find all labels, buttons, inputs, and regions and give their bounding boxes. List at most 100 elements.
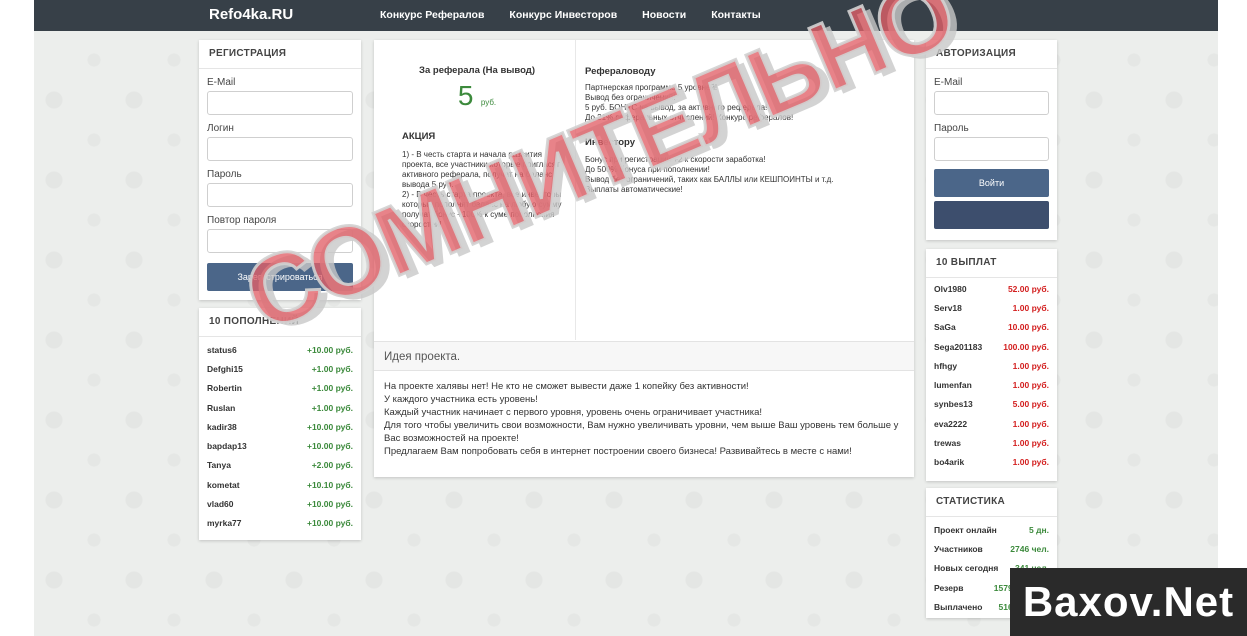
list-item-name: kometat [207,479,240,490]
site-logo[interactable]: Refo4ka.RU [209,6,293,23]
list-item: Sega201183 100.00 руб. [926,337,1057,356]
list-item-value: +2.00 руб. [311,460,353,471]
list-item-name: bapdap13 [207,441,247,452]
page-background: Refo4ka.RU Конкурс Рефералов Конкурс Инв… [34,0,1218,636]
list-item: myrka77 +10.00 руб. [199,514,361,533]
list-item-value: +10.10 руб. [306,479,353,490]
list-item-name: SaGa [934,322,956,333]
reg-email-input[interactable] [207,91,353,115]
list-item: Serv18 1.00 руб. [926,298,1057,317]
list-item: Проект онлайн 5 дн. [926,520,1057,539]
list-item-name: hfhgy [934,360,958,371]
watermark-text: Baxov.Net [1022,578,1235,625]
list-item-name: Serv18 [934,302,962,313]
reg-password-input[interactable] [207,183,353,207]
payouts-title: 10 ВЫПЛАТ [926,249,1057,278]
watermark-badge: Baxov.Net [1010,568,1247,636]
list-item-name: Выплачено [934,601,983,612]
statistics-title: СТАТИСТИКА [926,488,1057,517]
list-item: Robertin +1.00 руб. [199,379,361,398]
list-item: Tanya +2.00 руб. [199,456,361,475]
list-item-name: Новых сегодня [934,563,999,574]
list-item-value: 1.00 руб. [1012,438,1049,449]
authorization-title: АВТОРИЗАЦИЯ [926,40,1057,69]
list-item-value: 1.00 руб. [1012,302,1049,313]
list-item: kometat +10.10 руб. [199,475,361,494]
referral-reward-title: За реферала (На вывод) [419,65,535,76]
list-item-value: 5 дн. [1029,524,1049,535]
main-nav: Конкурс Рефералов Конкурс Инвесторов Нов… [380,9,786,21]
list-item-value: 1.00 руб. [1012,360,1049,371]
nav-contacts[interactable]: Контакты [711,9,761,21]
list-item: vlad60 +10.00 руб. [199,494,361,513]
referrals-text: Партнерская программа 5 уровней! Вывод б… [585,83,794,122]
list-item-name: synbes13 [934,399,973,410]
login-button[interactable]: Войти [934,169,1049,197]
action-text: 1) - В честь старта и начала развития пр… [402,150,562,229]
list-item: kadir38 +10.00 руб. [199,417,361,436]
reg-login-input[interactable] [207,137,353,161]
list-item-value: +1.00 руб. [311,363,353,374]
list-item-name: vlad60 [207,499,234,510]
reg-email-label: E-Mail [207,77,236,88]
list-item-name: eva2222 [934,418,968,429]
list-item-name: Defghi15 [207,363,243,374]
list-item: synbes13 5.00 руб. [926,395,1057,414]
list-item: bo4arik 1.00 руб. [926,453,1057,472]
auth-email-input[interactable] [934,91,1049,115]
auth-password-label: Пароль [934,123,969,134]
list-item-value: 5.00 руб. [1012,399,1049,410]
list-item-name: lumenfan [934,380,972,391]
list-item: Olv1980 52.00 руб. [926,279,1057,298]
list-item-value: 10.00 руб. [1007,322,1049,333]
list-item-name: status6 [207,344,237,355]
list-item-value: +10.00 руб. [306,499,353,510]
list-item: Defghi15 +1.00 руб. [199,359,361,378]
list-item: SaGa 10.00 руб. [926,318,1057,337]
reg-password-repeat-input[interactable] [207,229,353,253]
top-navbar: Refo4ka.RU Конкурс Рефералов Конкурс Инв… [34,0,1218,31]
list-item-name: trewas [934,438,961,449]
list-item-name: Ruslan [207,402,236,413]
action-title: АКЦИЯ [402,131,436,142]
list-item: hfhgy 1.00 руб. [926,356,1057,375]
list-item-name: Robertin [207,383,242,394]
referral-reward-value: 5 [457,80,474,111]
payouts-panel: 10 ВЫПЛАТ Olv1980 52.00 руб. Serv18 1.00 ру… [926,249,1057,481]
list-item-name: Tanya [207,460,231,471]
list-item-value: 1.00 руб. [1012,418,1049,429]
list-item-value: +10.00 руб. [306,441,353,452]
nav-referral-contest[interactable]: Конкурс Рефералов [380,9,484,21]
list-item-value: +10.00 руб. [306,518,353,529]
deposits-title: 10 ПОПОЛНЕНИЙ [199,308,361,337]
list-item-name: Olv1980 [934,283,967,294]
list-item-value: +10.00 руб. [306,421,353,432]
nav-news[interactable]: Новости [642,9,686,21]
list-item: eva2222 1.00 руб. [926,414,1057,433]
list-item-value: 100.00 руб. [1003,341,1049,352]
auth-password-input[interactable] [934,137,1049,161]
investor-text: Бонус при регистрации +2 к скорости зара… [585,155,834,194]
register-button[interactable]: Зарегистрироваться [207,263,353,291]
list-item: Участников 2746 чел. [926,539,1057,558]
list-item-name: Участников [934,543,983,554]
deposits-panel: 10 ПОПОЛНЕНИЙ status6 +10.00 руб. Defghi15… [199,308,361,540]
reg-password-label: Пароль [207,169,242,180]
list-item-name: bo4arik [934,457,965,468]
idea-title: Идея проекта. [374,341,914,371]
list-item-name: Проект онлайн [934,524,997,535]
list-item-name: Резерв [934,582,964,593]
list-item-value: 2746 чел. [1010,543,1049,554]
list-item-name: myrka77 [207,518,242,529]
list-item-value: +1.00 руб. [311,402,353,413]
auth-email-label: E-Mail [934,77,963,88]
deposits-list: status6 +10.00 руб. Defghi15 +1.00 руб. Robe… [199,337,361,533]
nav-investor-contest[interactable]: Конкурс Инвесторов [509,9,617,21]
reg-password-repeat-label: Повтор пароля [207,215,277,226]
list-item: lumenfan 1.00 руб. [926,375,1057,394]
list-item: bapdap13 +10.00 руб. [199,436,361,455]
secondary-auth-button[interactable] [934,201,1049,229]
referral-reward-unit: руб. [480,98,497,107]
list-item-name: kadir38 [207,421,237,432]
reg-login-label: Логин [207,123,234,134]
